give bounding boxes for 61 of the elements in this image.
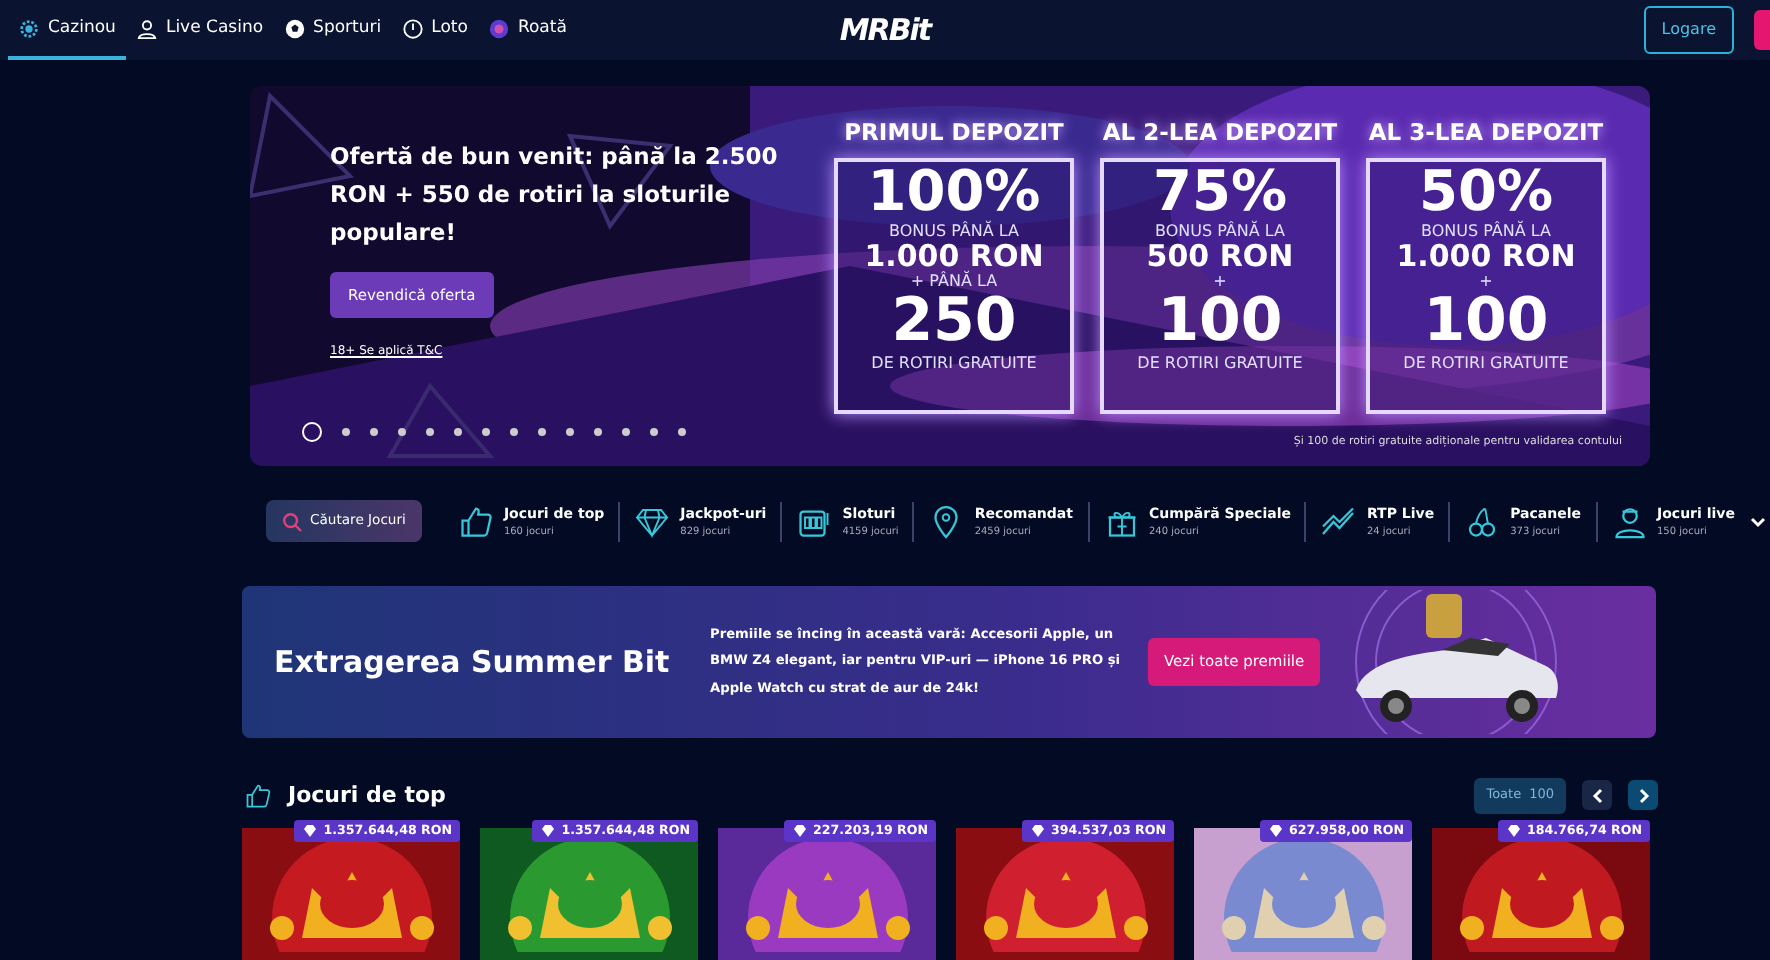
offer-heading: AL 3-LEA DEPOZIT (1368, 116, 1604, 150)
free-spins-count: 100 (1423, 290, 1549, 353)
trend-chart-icon (1320, 503, 1357, 539)
free-spins-count: 100 (1157, 290, 1283, 353)
dealer-icon (1611, 503, 1647, 539)
offer-text: DE ROTIRI GRATUITE (871, 352, 1037, 377)
register-button[interactable] (1754, 10, 1770, 50)
clock-icon (401, 17, 424, 39)
bonus-amount: 1.000 RON (1396, 240, 1576, 273)
carousel-dot[interactable] (594, 428, 602, 436)
carousel-dot[interactable] (302, 422, 322, 442)
nav-tab[interactable]: Sporturi (273, 0, 392, 60)
nav-tab[interactable]: Cazinou (8, 0, 126, 60)
carousel-dot[interactable] (566, 428, 574, 436)
cherries-icon (1464, 503, 1501, 539)
search-icon (282, 511, 302, 531)
diamond-icon (634, 503, 671, 539)
offer-text: BONUS PÂNĂ LA (1154, 222, 1285, 241)
settings-icon (18, 17, 40, 39)
offer-text: BONUS PÂNĂ LA (1420, 222, 1551, 241)
carousel-dot[interactable] (370, 428, 378, 436)
carousel-dot[interactable] (482, 428, 490, 436)
bonus-percent: 75% (1152, 162, 1288, 223)
free-spins-count: 250 (891, 290, 1017, 353)
carousel-dot[interactable] (398, 428, 406, 436)
promo-title: Extragerea Summer Bit (274, 641, 672, 684)
carousel-dot[interactable] (454, 428, 462, 436)
carousel-dot[interactable] (678, 428, 686, 436)
offer-text: BONUS PÂNĂ LA (888, 222, 1019, 241)
bonus-percent: 100% (867, 162, 1041, 223)
logo[interactable]: MRBit (839, 7, 931, 53)
thumbs-up-icon (457, 503, 494, 539)
previous-button[interactable] (1582, 780, 1612, 811)
offer-text: + PÂNĂ LA (910, 272, 998, 291)
offer-text: DE ROTIRI GRATUITE (1137, 352, 1303, 377)
login-button[interactable]: Logare (1643, 6, 1734, 54)
carousel-dot[interactable] (538, 428, 546, 436)
carousel-dot[interactable] (426, 428, 434, 436)
banner-title: Ofertă de bun venit: până la 2.500 RON + 550 de rotiri la sloturile populare! (330, 140, 780, 250)
nav-tab[interactable]: Live Casino (125, 0, 274, 60)
carousel-dot[interactable] (622, 428, 630, 436)
carousel-dot[interactable] (650, 428, 658, 436)
carousel-dot[interactable] (510, 428, 518, 436)
section-title: Jocuri de top (288, 779, 446, 812)
offer-text: + (1213, 272, 1227, 291)
offer-heading: AL 2-LEA DEPOZIT (1102, 116, 1338, 150)
offer-text: DE ROTIRI GRATUITE (1403, 352, 1569, 377)
thumbs-up-icon (244, 781, 272, 810)
person-icon (135, 17, 158, 39)
next-button[interactable] (1628, 780, 1658, 811)
nav-tab[interactable]: Loto (391, 0, 478, 60)
bonus-amount: 500 RON (1146, 240, 1294, 273)
bonus-amount: 1.000 RON (864, 240, 1044, 273)
nav-tab[interactable]: Roată (477, 0, 577, 60)
bonus-percent: 50% (1418, 162, 1554, 223)
offer-heading: PRIMUL DEPOZIT (844, 116, 1064, 150)
wheel-icon (487, 17, 510, 39)
carousel-dot[interactable] (342, 428, 350, 436)
ball-icon (283, 17, 306, 39)
offer-text: + (1479, 272, 1493, 291)
chevron-left-icon (1587, 785, 1607, 806)
